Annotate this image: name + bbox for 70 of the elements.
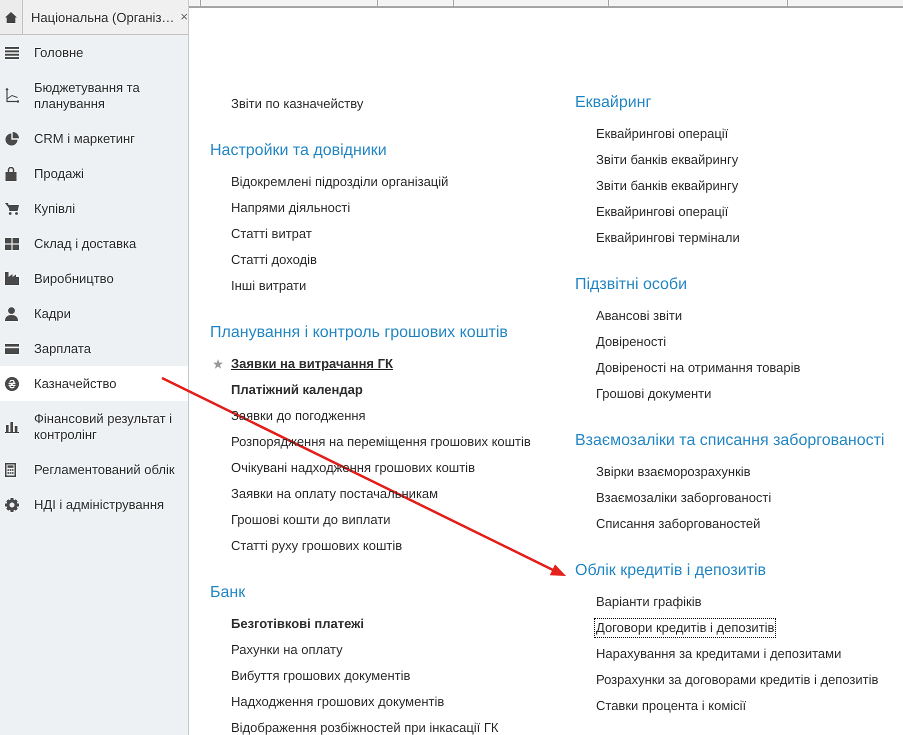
section-heading: Банк: [210, 583, 246, 603]
menu-link[interactable]: Напрями діяльності: [231, 200, 350, 216]
sidebar-item[interactable]: Виробництво: [0, 261, 188, 296]
pie-chart-icon: [5, 132, 19, 146]
menu-link[interactable]: Безготівкові платежі: [231, 616, 364, 632]
menu-link[interactable]: Звіти банків еквайрингу: [596, 178, 738, 194]
home-icon: [5, 12, 18, 22]
menu-link[interactable]: Надходження грошових документів: [231, 694, 444, 710]
menu-link[interactable]: Статті руху грошових коштів: [231, 538, 402, 554]
menu-link[interactable]: Довіреності на отримання товарів: [596, 360, 800, 376]
menu-link[interactable]: Варіанти графіків: [596, 594, 702, 610]
card-icon: [5, 344, 19, 354]
menu-link[interactable]: Звіти банків еквайрингу: [596, 152, 738, 168]
section-heading: Еквайринг: [575, 93, 652, 113]
section-heading: Планування і контроль грошових коштів: [210, 323, 509, 343]
menu-icon: [5, 46, 19, 58]
menu-link[interactable]: Відображення розбіжностей при інкасації ГК: [231, 720, 499, 735]
menu-link[interactable]: Довіреності: [596, 334, 666, 350]
section-heading: Настройки та довідники: [210, 141, 388, 161]
settings-icon: [5, 498, 19, 512]
sidebar-item[interactable]: Продажі: [0, 156, 188, 191]
menu-link[interactable]: Нарахування за кредитами і депозитами: [596, 646, 842, 662]
person-icon: [5, 306, 18, 320]
hryvnia-coin-icon: [5, 376, 19, 390]
bag-icon: [5, 166, 17, 180]
menu-link[interactable]: Списання заборгованостей: [596, 516, 760, 532]
sidebar-item[interactable]: Головне: [0, 35, 188, 70]
bar-chart-icon: [5, 420, 19, 432]
section-heading: Взаємозаліки та списання заборгованості: [575, 431, 886, 451]
menu-link[interactable]: Вибуття грошових документів: [231, 668, 410, 684]
menu-link[interactable]: Рахунки на оплату: [231, 642, 343, 658]
sidebar-item[interactable]: Кадри: [0, 296, 188, 331]
menu-link[interactable]: Розрахунки за договорами кредитів і депозитів: [596, 672, 878, 688]
line-chart-icon: [5, 88, 19, 103]
cart-icon: [5, 202, 19, 215]
close-button[interactable]: ×: [180, 9, 188, 25]
sidebar-item[interactable]: Регламентований облік: [0, 452, 188, 487]
menu-link[interactable]: Еквайрингові термінали: [596, 230, 740, 246]
home-button[interactable]: [0, 0, 24, 34]
star-icon[interactable]: [213, 359, 223, 369]
menu-link[interactable]: Звіти по казначейству: [231, 96, 364, 112]
menu-link[interactable]: Грошові кошти до виплати: [231, 512, 391, 528]
sidebar-item[interactable]: Бюджетування та планування: [0, 70, 188, 121]
sidebar-item[interactable]: Склад і доставка: [0, 226, 188, 261]
sidebar-item[interactable]: CRM і маркетинг: [0, 121, 188, 156]
menu-link[interactable]: Заявки на витрачання ГК: [231, 356, 393, 372]
menu-link[interactable]: Відокремлені підрозділи організацій: [231, 174, 448, 190]
grid-icon: [5, 238, 19, 250]
sidebar-item[interactable]: НДІ і адміністрування: [0, 487, 188, 522]
menu-link[interactable]: Статті доходів: [231, 252, 317, 268]
sidebar-item[interactable]: Зарплата: [0, 331, 188, 366]
menu-link[interactable]: Звірки взаєморозрахунків: [596, 464, 751, 480]
menu-link[interactable]: Еквайрингові операції: [596, 126, 728, 142]
menu-link[interactable]: Інші витрати: [231, 278, 306, 294]
menu-link[interactable]: Статті витрат: [231, 226, 312, 242]
menu-link[interactable]: Ставки процента і комісії: [596, 698, 746, 714]
factory-icon: [5, 272, 19, 285]
sidebar-item[interactable]: Купівлі: [0, 191, 188, 226]
calculator-icon: [5, 462, 16, 476]
menu-link[interactable]: Взаємозаліки заборгованості: [596, 490, 772, 506]
menu-link[interactable]: Платіжний календар: [231, 382, 363, 398]
menu-link[interactable]: Грошові документи: [596, 386, 712, 402]
menu-link[interactable]: Авансові звіти: [596, 308, 682, 324]
section-heading: Облік кредитів і депозитів: [575, 561, 768, 581]
section-heading: Підзвітні особи: [575, 275, 688, 295]
sidebar-item[interactable]: Фінансовий результат і контролінг: [0, 401, 188, 452]
document-tab[interactable]: Національна (Організ… ×: [23, 0, 188, 34]
menu-link[interactable]: Договори кредитів і депозитів: [596, 620, 774, 636]
menu-link[interactable]: Еквайрингові операції: [596, 204, 728, 220]
sidebar-item[interactable]: Казначейство: [0, 366, 188, 401]
